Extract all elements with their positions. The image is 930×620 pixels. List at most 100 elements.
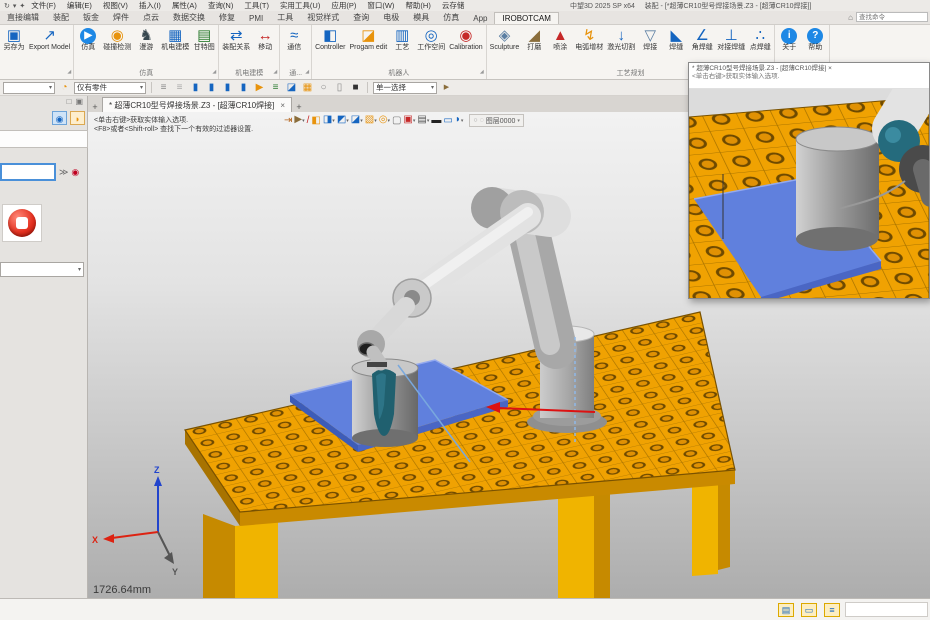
assembly-relation-button[interactable]: ⇄装配关系 [220, 26, 252, 68]
gantt-chart-button[interactable]: ▤甘特图 [191, 26, 217, 68]
weld-seam-button[interactable]: ◣焊缝 [663, 26, 689, 68]
menu-a[interactable]: 属性(A) [172, 0, 197, 11]
welding-table[interactable] [185, 312, 735, 598]
sync-icon[interactable]: ↻ [4, 2, 10, 10]
layer-combo[interactable]: ○ ◌ 图层0000 ▾ [469, 114, 524, 127]
menu-t[interactable]: 工具(T) [244, 0, 269, 11]
new-document-button[interactable]: + [88, 102, 102, 112]
group-dialog-launcher-icon[interactable]: ◢ [212, 67, 216, 78]
ribbon-tab-pmi[interactable]: PMI [242, 13, 270, 24]
orbit-icon[interactable]: ◎▾ [379, 113, 390, 128]
solid-icon[interactable]: ■ [349, 82, 362, 94]
pick-tool-icon[interactable]: ▶▾ [294, 113, 304, 128]
ribbon-tab-数据交换[interactable]: 数据交换 [166, 11, 212, 24]
monitor-panel-toggle-icon[interactable]: ▭ [801, 603, 817, 617]
ribbon-tab-模具[interactable]: 模具 [406, 11, 436, 24]
parts-only-combo[interactable]: 仅有零件▾ [74, 82, 146, 94]
menu-p[interactable]: 应用(P) [331, 0, 356, 11]
view-standard-icon[interactable]: ◧ [311, 114, 320, 128]
ribbon-tab-app[interactable]: App [466, 13, 494, 24]
filter-clock-icon[interactable]: ◔ [58, 82, 71, 94]
walkthrough-button[interactable]: ♞漫游 [133, 26, 159, 68]
laser-cut-button[interactable]: ↓激光切割 [605, 26, 637, 68]
mechatronics-model-button[interactable]: ▦机电建模 [159, 26, 191, 68]
menu-n[interactable]: 查询(N) [208, 0, 233, 11]
communication-button[interactable]: ≈通信 [281, 26, 307, 68]
doc-hint-icon[interactable]: ◗ [70, 111, 85, 125]
view-front-icon[interactable]: ◩▾ [337, 113, 349, 128]
pick-list-icon[interactable]: ≡ [269, 82, 282, 94]
group-dialog-launcher-icon[interactable]: ◢ [480, 67, 484, 78]
group-dialog-launcher-icon[interactable]: ◢ [305, 67, 309, 78]
panel-dock-icon[interactable]: □ [67, 97, 72, 106]
menu-w[interactable]: 窗口(W) [367, 0, 394, 11]
group-dialog-launcher-icon[interactable]: ◢ [273, 67, 277, 78]
menu-[interactable]: 云存储 [442, 0, 465, 11]
ribbon-tab-电极[interactable]: 电极 [376, 11, 406, 24]
status-input-field[interactable] [845, 602, 928, 617]
menu-u[interactable]: 实用工具(U) [280, 0, 320, 11]
ribbon-tab-钣金[interactable]: 钣金 [76, 11, 106, 24]
pick-box-icon[interactable]: ◪ [285, 82, 298, 94]
bulb-icon[interactable]: ○ [473, 117, 477, 124]
list-panel-toggle-icon[interactable]: ≡ [824, 603, 840, 617]
pick-image-icon[interactable]: ▦ [301, 82, 314, 94]
filter-shape-icon[interactable]: ▮ [189, 82, 202, 94]
menu-f[interactable]: 文件(F) [31, 0, 56, 11]
history-icon[interactable]: ○ [317, 82, 330, 94]
view-iso-icon[interactable]: ◨▾ [323, 113, 335, 128]
filter-face-icon[interactable]: ▮ [205, 82, 218, 94]
expand-chevrons-icon[interactable]: ≫ [59, 167, 68, 178]
panel-float-icon[interactable]: ▣ [75, 97, 83, 106]
grinding-button[interactable]: ◢打磨 [521, 26, 547, 68]
ribbon-tab-irobotcam[interactable]: IROBOTCAM [494, 12, 558, 24]
ribbon-tab-直接编辑[interactable]: 直接编辑 [0, 11, 46, 24]
monitor-icon[interactable]: ▭ [443, 114, 452, 128]
exit-view-icon[interactable]: ⇥ [284, 114, 292, 128]
ribbon-tab-查询[interactable]: 查询 [346, 11, 376, 24]
material-icon[interactable]: ◗▾ [455, 113, 464, 128]
window-zoom-icon[interactable]: ▢ [392, 114, 401, 128]
layers-icon[interactable]: ▤▾ [417, 113, 429, 128]
calibration-button[interactable]: ◉Calibration [447, 26, 484, 68]
view-shaded-icon[interactable]: ◪▾ [351, 113, 363, 128]
sketch-pencil-icon[interactable]: / [307, 114, 310, 128]
welding-button[interactable]: ▽焊接 [637, 26, 663, 68]
ribbon-tab-装配[interactable]: 装配 [46, 11, 76, 24]
ribbon-tab-工具[interactable]: 工具 [270, 11, 300, 24]
frame-icon[interactable]: ▯ [333, 82, 346, 94]
add-tab-button[interactable]: + [292, 102, 306, 112]
close-icon[interactable]: × [280, 101, 285, 110]
menu-h[interactable]: 帮助(H) [405, 0, 430, 11]
ribbon-tab-修复[interactable]: 修复 [212, 11, 242, 24]
arc-additive-button[interactable]: ↯电弧增材 [573, 26, 605, 68]
group-dialog-launcher-icon[interactable]: ◢ [67, 67, 71, 78]
filter-vertex-icon[interactable]: ▮ [237, 82, 250, 94]
process-button[interactable]: ▥工艺 [389, 26, 415, 68]
home-icon[interactable]: ⌂ [848, 13, 853, 22]
list-collapse-icon[interactable]: ≡ [157, 82, 170, 94]
pick-run-icon[interactable]: ▶ [440, 82, 453, 94]
menu-v[interactable]: 视图(V) [103, 0, 128, 11]
collision-check-button[interactable]: ◉碰撞检测 [101, 26, 133, 68]
view-wire-icon[interactable]: ▧▾ [365, 113, 377, 128]
selection-mode-combo[interactable]: 单一选择▾ [373, 82, 437, 94]
table-panel-toggle-icon[interactable]: ▤ [778, 603, 794, 617]
document-tab[interactable]: * 超薄CR10型号焊接场景.Z3 - [超薄CR10焊接] × [102, 97, 292, 112]
panel-option-combo[interactable]: ▾ [0, 262, 84, 277]
ribbon-tab-点云[interactable]: 点云 [136, 11, 166, 24]
move-button[interactable]: ↔移动 [252, 26, 278, 68]
stop-record-button[interactable] [2, 204, 42, 242]
menu-e[interactable]: 编辑(E) [67, 0, 92, 11]
controller-button[interactable]: ◧Controller [313, 26, 347, 68]
menu-i[interactable]: 插入(I) [139, 0, 161, 11]
list-expand-icon[interactable]: ≡ [173, 82, 186, 94]
ribbon-tab-仿真[interactable]: 仿真 [436, 11, 466, 24]
info-icon[interactable]: ◉ [52, 111, 67, 125]
layer-visibility-icon[interactable]: ◌ [480, 117, 484, 124]
save-as-button[interactable]: ▣另存为 [1, 26, 27, 68]
entity-input-field[interactable] [0, 163, 56, 181]
search-input[interactable] [856, 12, 928, 22]
sculpture-button[interactable]: ◈Sculpture [488, 26, 522, 68]
pick-arrow-icon[interactable]: ▶ [253, 82, 266, 94]
